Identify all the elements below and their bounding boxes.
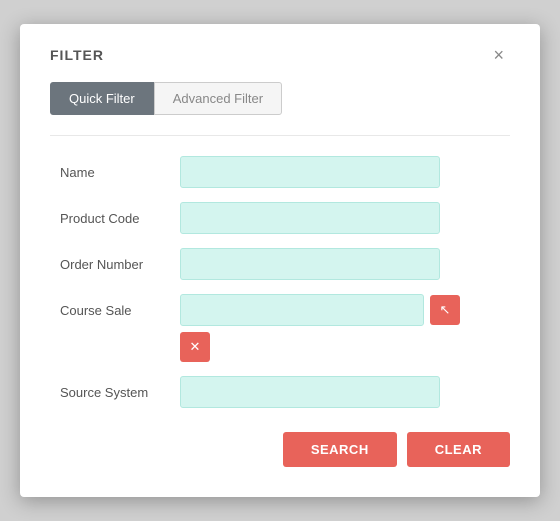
search-button[interactable]: SEARCH — [283, 432, 397, 467]
form-fields: Name Product Code Order Number Course Sa… — [50, 156, 510, 408]
action-row: SEARCH CLEAR — [50, 432, 510, 467]
arrow-icon: ↖ — [440, 302, 451, 318]
label-source-system: Source System — [60, 385, 170, 400]
modal-header: FILTER × — [50, 44, 510, 66]
tab-quick-filter[interactable]: Quick Filter — [50, 82, 154, 115]
label-course-sale: Course Sale — [60, 303, 170, 318]
input-order-number[interactable] — [180, 248, 440, 280]
tab-advanced-filter[interactable]: Advanced Filter — [154, 82, 282, 115]
field-row-source-system: Source System — [60, 376, 510, 408]
field-row-product-code: Product Code — [60, 202, 510, 234]
field-row-order-number: Order Number — [60, 248, 510, 280]
tab-row: Quick Filter Advanced Filter — [50, 82, 510, 115]
input-product-code[interactable] — [180, 202, 440, 234]
divider — [50, 135, 510, 136]
modal-title: FILTER — [50, 47, 104, 63]
course-sale-arrow-button[interactable]: ↖ — [430, 295, 460, 325]
input-name[interactable] — [180, 156, 440, 188]
input-source-system[interactable] — [180, 376, 440, 408]
course-sale-remove-button[interactable]: ✕ — [180, 332, 210, 362]
x-icon: ✕ — [190, 339, 201, 355]
course-sale-main-row: Course Sale ↖ — [60, 294, 510, 326]
input-course-sale[interactable] — [180, 294, 424, 326]
clear-button[interactable]: CLEAR — [407, 432, 510, 467]
close-button[interactable]: × — [487, 44, 510, 66]
label-name: Name — [60, 165, 170, 180]
label-product-code: Product Code — [60, 211, 170, 226]
field-section-course-sale: Course Sale ↖ ✕ — [60, 294, 510, 362]
field-row-name: Name — [60, 156, 510, 188]
course-sale-input-row: ↖ — [180, 294, 460, 326]
label-order-number: Order Number — [60, 257, 170, 272]
course-sale-extra-row: ✕ — [60, 332, 510, 362]
filter-modal: FILTER × Quick Filter Advanced Filter Na… — [20, 24, 540, 497]
